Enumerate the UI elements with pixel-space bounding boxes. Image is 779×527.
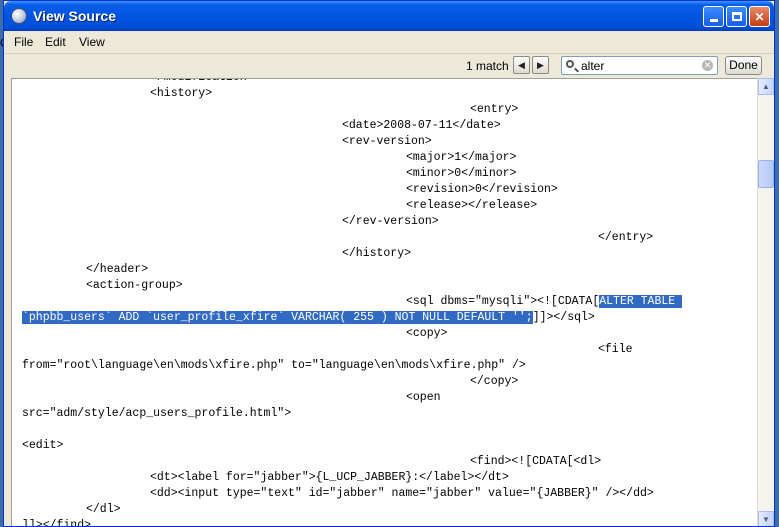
source-line-text: <major>1</major> [406, 151, 517, 164]
window-title: View Source [33, 8, 117, 24]
source-line-text: <copy> [406, 327, 448, 340]
source-line: <open [406, 390, 441, 406]
source-line: <major>1</major> [406, 150, 516, 166]
source-line-text: <dd><input type="text" id="jabber" name=… [150, 487, 654, 500]
source-line: </rev-version> [342, 214, 439, 230]
source-line: <action-group> [86, 278, 183, 294]
source-line: ]]></find> [22, 518, 92, 527]
source-line-text: </history> [342, 247, 412, 260]
scroll-thumb[interactable] [758, 160, 774, 188]
source-line-text: <dt><label for="jabber">{L_UCP_JABBER}:<… [150, 471, 509, 484]
source-line-text: <find><![CDATA[<dl> [470, 455, 602, 468]
done-button[interactable]: Done [725, 56, 762, 75]
find-previous-button[interactable]: ◀ [513, 56, 530, 74]
source-line-text: </header> [86, 263, 149, 276]
scroll-up-button[interactable]: ▲ [758, 78, 774, 95]
scroll-down-button[interactable]: ▼ [758, 511, 774, 526]
source-line: </history> [342, 246, 411, 262]
view-source-window: View Source ✕ File Edit View 1 match ◀ ▶… [3, 0, 775, 527]
source-line-text: </copy> [470, 375, 519, 388]
source-line: <file [598, 342, 633, 358]
source-line-text: <minor>0</minor> [406, 167, 517, 180]
source-line-text: <sql dbms="mysqli"><![CDATA[ [406, 295, 600, 308]
match-count: 1 match [466, 59, 509, 73]
source-line: </entry> [598, 230, 653, 246]
menu-view[interactable]: View [79, 35, 105, 49]
menu-edit[interactable]: Edit [45, 35, 66, 49]
title-bar[interactable]: View Source ✕ [4, 1, 774, 31]
source-line-text: from="root\language\en\mods\xfire.php" t… [22, 359, 526, 372]
source-line: </modification> [150, 79, 254, 86]
source-line: `phpbb_users` ADD `user_profile_xfire` V… [22, 310, 595, 326]
source-line-text: </modification> [150, 79, 254, 84]
source-line-tail: ]]></sql> [532, 311, 595, 324]
source-line: </dl> [86, 502, 121, 518]
close-button[interactable]: ✕ [749, 6, 770, 27]
vertical-scrollbar[interactable]: ▲ ▼ [757, 78, 774, 526]
source-line-text: <file [598, 343, 633, 356]
search-match-highlight: `phpbb_users` ADD `user_profile_xfire` V… [22, 311, 533, 324]
source-line-text: <date>2008-07-11</date> [342, 119, 501, 132]
source-line: <revision>0</revision> [406, 182, 558, 198]
source-line-text: </entry> [598, 231, 654, 244]
source-line: <dd><input type="text" id="jabber" name=… [150, 486, 654, 502]
source-line: <find><![CDATA[<dl> [470, 454, 601, 470]
source-line-text: <release></release> [406, 199, 538, 212]
source-line: <release></release> [406, 198, 537, 214]
arrow-right-icon: ▶ [537, 59, 544, 70]
source-line: <minor>0</minor> [406, 166, 516, 182]
arrow-left-icon: ◀ [518, 59, 525, 70]
find-bar: 1 match ◀ ▶ ✕ Done [4, 54, 774, 78]
source-line: </header> [86, 262, 148, 278]
menu-bar: File Edit View [4, 31, 774, 54]
menu-file[interactable]: File [14, 35, 33, 49]
source-line: <dt><label for="jabber">{L_UCP_JABBER}:<… [150, 470, 509, 486]
minimize-button[interactable] [703, 6, 724, 27]
search-icon [566, 60, 574, 68]
source-line-text: ]]></find> [22, 519, 92, 527]
source-line: <rev-version> [342, 134, 432, 150]
source-line: <date>2008-07-11</date> [342, 118, 501, 134]
source-line-text: <open [406, 391, 441, 404]
source-line: <copy> [406, 326, 447, 342]
source-line: </copy> [470, 374, 518, 390]
source-line-text: <edit> [22, 439, 64, 452]
source-line-text: <action-group> [86, 279, 183, 292]
source-line-text: <history> [150, 87, 213, 100]
source-line-text: </rev-version> [342, 215, 439, 228]
source-line: <history> [150, 86, 212, 102]
source-line: <edit> [22, 438, 63, 454]
source-line: <sql dbms="mysqli"><![CDATA[ALTER TABLE [406, 294, 683, 310]
clear-search-icon[interactable]: ✕ [702, 60, 713, 71]
find-search-box[interactable]: ✕ [561, 56, 718, 75]
source-line-text: <rev-version> [342, 135, 432, 148]
source-view[interactable]: </modification> <history> <entry> <date>200… [11, 78, 757, 527]
find-input[interactable] [581, 58, 693, 73]
minimize-icon [709, 19, 718, 22]
find-next-button[interactable]: ▶ [532, 56, 549, 74]
source-line-text: <revision>0</revision> [406, 183, 558, 196]
source-line: src="adm/style/acp_users_profile.html"> [22, 406, 291, 422]
source-line: from="root\language\en\mods\xfire.php" t… [22, 358, 526, 374]
maximize-icon [731, 12, 742, 21]
source-line-text: src="adm/style/acp_users_profile.html"> [22, 407, 292, 420]
maximize-button[interactable] [726, 6, 747, 27]
source-line-text: </dl> [86, 503, 121, 516]
source-line: <entry> [470, 102, 518, 118]
search-match-highlight: ALTER TABLE [599, 295, 683, 308]
source-line-text: <entry> [470, 103, 519, 116]
app-icon [11, 8, 27, 24]
close-icon: ✕ [754, 9, 765, 24]
